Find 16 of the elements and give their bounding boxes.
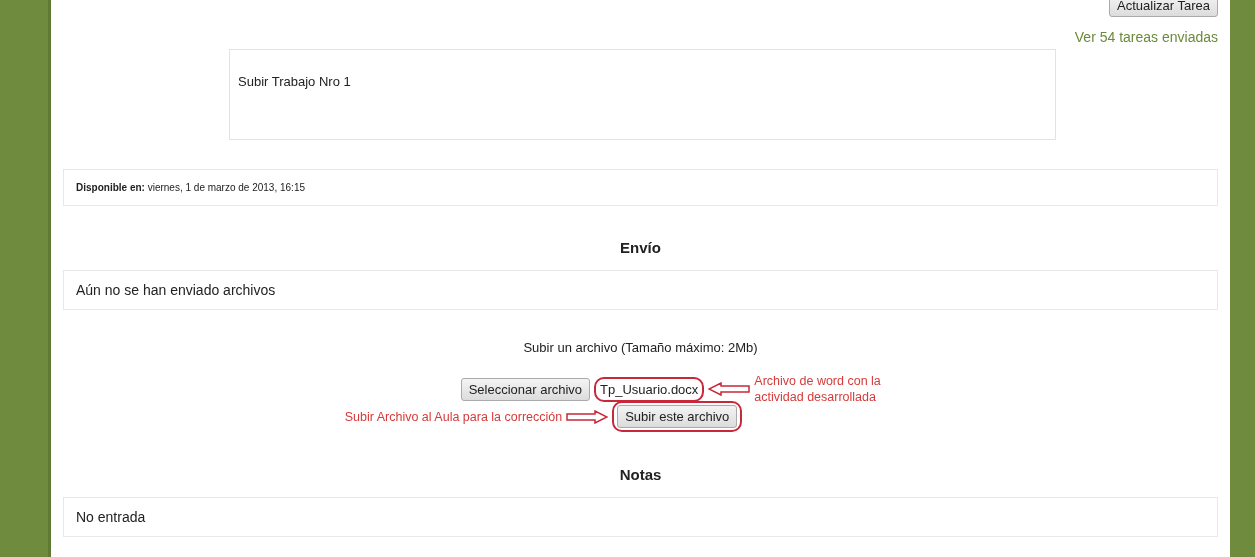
description-text: Subir Trabajo Nro 1 — [229, 49, 1056, 140]
arrow-icon — [708, 382, 751, 396]
submission-status: Aún no se han enviado archivos — [63, 270, 1218, 310]
update-task-button[interactable]: Actualizar Tarea — [1109, 0, 1218, 17]
arrow-icon — [566, 409, 609, 424]
annotation-note: Subir Archivo al Aula para la corrección — [344, 408, 563, 425]
annotation-note: Archivo de word con la actividad desarrollada — [754, 373, 882, 405]
upload-title: Subir un archivo (Tamaño máximo: 2Mb) — [522, 340, 759, 355]
submission-heading: Envío — [619, 239, 662, 256]
file-name-field: Tp_Usuario.docx — [594, 376, 705, 402]
grades-status: No entrada — [63, 497, 1218, 537]
select-file-button[interactable]: Seleccionar archivo — [460, 377, 591, 401]
submit-file-button[interactable]: Subir este archivo — [617, 405, 738, 428]
submissions-link[interactable]: Ver 54 tareas enviadas — [1074, 29, 1218, 45]
availability-text: Disponible en: viernes, 1 de marzo de 2013, 16:15 — [76, 182, 305, 193]
grades-heading: Notas — [618, 466, 663, 483]
